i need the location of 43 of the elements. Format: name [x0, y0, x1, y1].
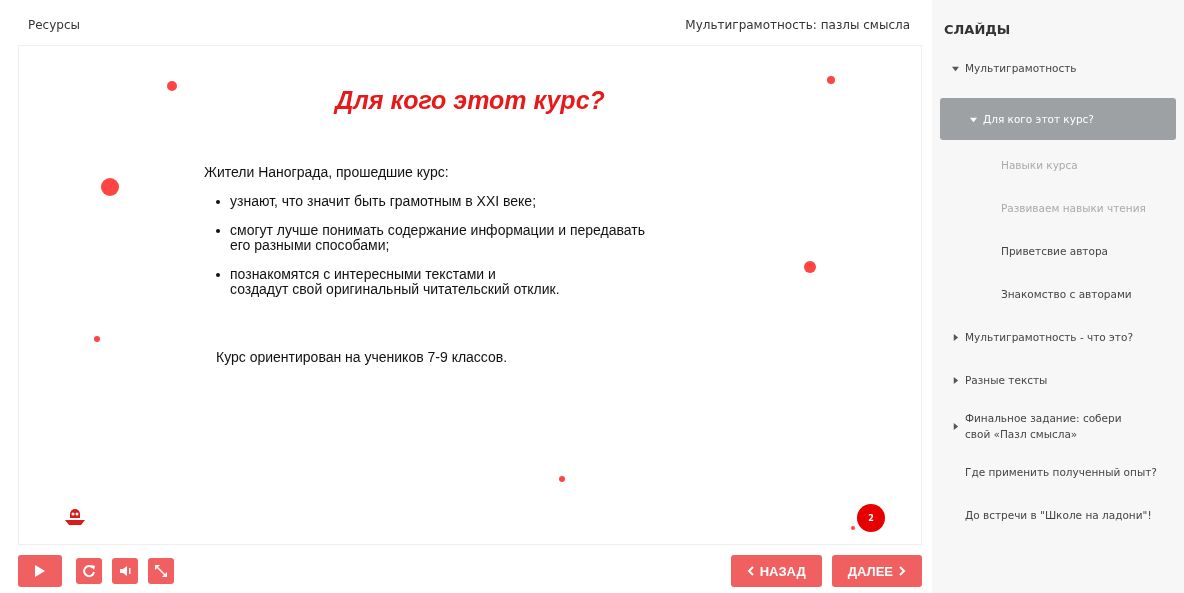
play-icon [35, 565, 45, 577]
slide-list-item[interactable]: Разные тексты [940, 367, 1176, 393]
replay-button[interactable] [76, 558, 102, 584]
bullet-text: смогут лучше понимать содержание информации и передавать его разными способами; [230, 223, 645, 253]
caret-right-icon[interactable] [952, 333, 959, 341]
bullet-icon [216, 229, 220, 233]
chevron-right-icon [899, 566, 906, 576]
speaker-icon [119, 565, 131, 577]
resources-link[interactable]: Ресурсы [28, 18, 80, 45]
expand-icon [154, 564, 168, 578]
decor-dot [101, 178, 119, 196]
slide-list-item[interactable]: Мультиграмотность - что это? [940, 324, 1176, 350]
slide-list-item[interactable]: До встречи в "Школе на ладони"! [940, 502, 1176, 528]
decor-dot [804, 261, 816, 273]
caret-right-icon[interactable] [952, 422, 959, 430]
replay-icon [82, 564, 96, 578]
decor-dot [559, 476, 565, 482]
volume-button[interactable] [112, 558, 138, 584]
decor-dot [851, 526, 855, 530]
play-button[interactable] [18, 555, 62, 587]
decor-dot [94, 336, 100, 342]
page-badge: 2 [857, 504, 885, 532]
bullet-text: познакомятся с интересными текстами и создадут свой оригинальный читательский отклик. [230, 267, 560, 297]
slide-title: Для кого этот курс? [332, 86, 606, 115]
slide-list-item[interactable]: Мультиграмотность [940, 55, 1176, 81]
chevron-left-icon [746, 566, 754, 576]
slide-list-item[interactable]: Приветсвие автора [940, 238, 1176, 264]
fullscreen-button[interactable] [148, 558, 174, 584]
bullet-icon [216, 200, 220, 204]
bullet-text: узнают, что значит быть грамотным в XXI веке; [230, 194, 537, 209]
bullet-icon [216, 273, 220, 277]
slide-list-item[interactable]: Знакомство с авторами [940, 281, 1176, 307]
slide-text: Жители Нанограда, прошедшие курс: [204, 164, 450, 180]
slide-list-item[interactable]: Финальное задание: собери свой «Пазл смысла» [940, 410, 1176, 442]
decor-dot [167, 81, 177, 91]
caret-down-icon[interactable] [952, 64, 959, 72]
decor-dot [827, 76, 835, 84]
caret-right-icon[interactable] [952, 376, 959, 384]
panel-title: СЛАЙДЫ [944, 22, 1012, 37]
slide-text: Курс ориентирован на учеников 7-9 классов. [216, 349, 509, 365]
slide-list-item[interactable]: Где применить полученный опыт? [940, 459, 1176, 485]
mascot-logo-icon [64, 506, 86, 526]
course-title: Мультиграмотность: пазлы смысла [685, 18, 910, 34]
